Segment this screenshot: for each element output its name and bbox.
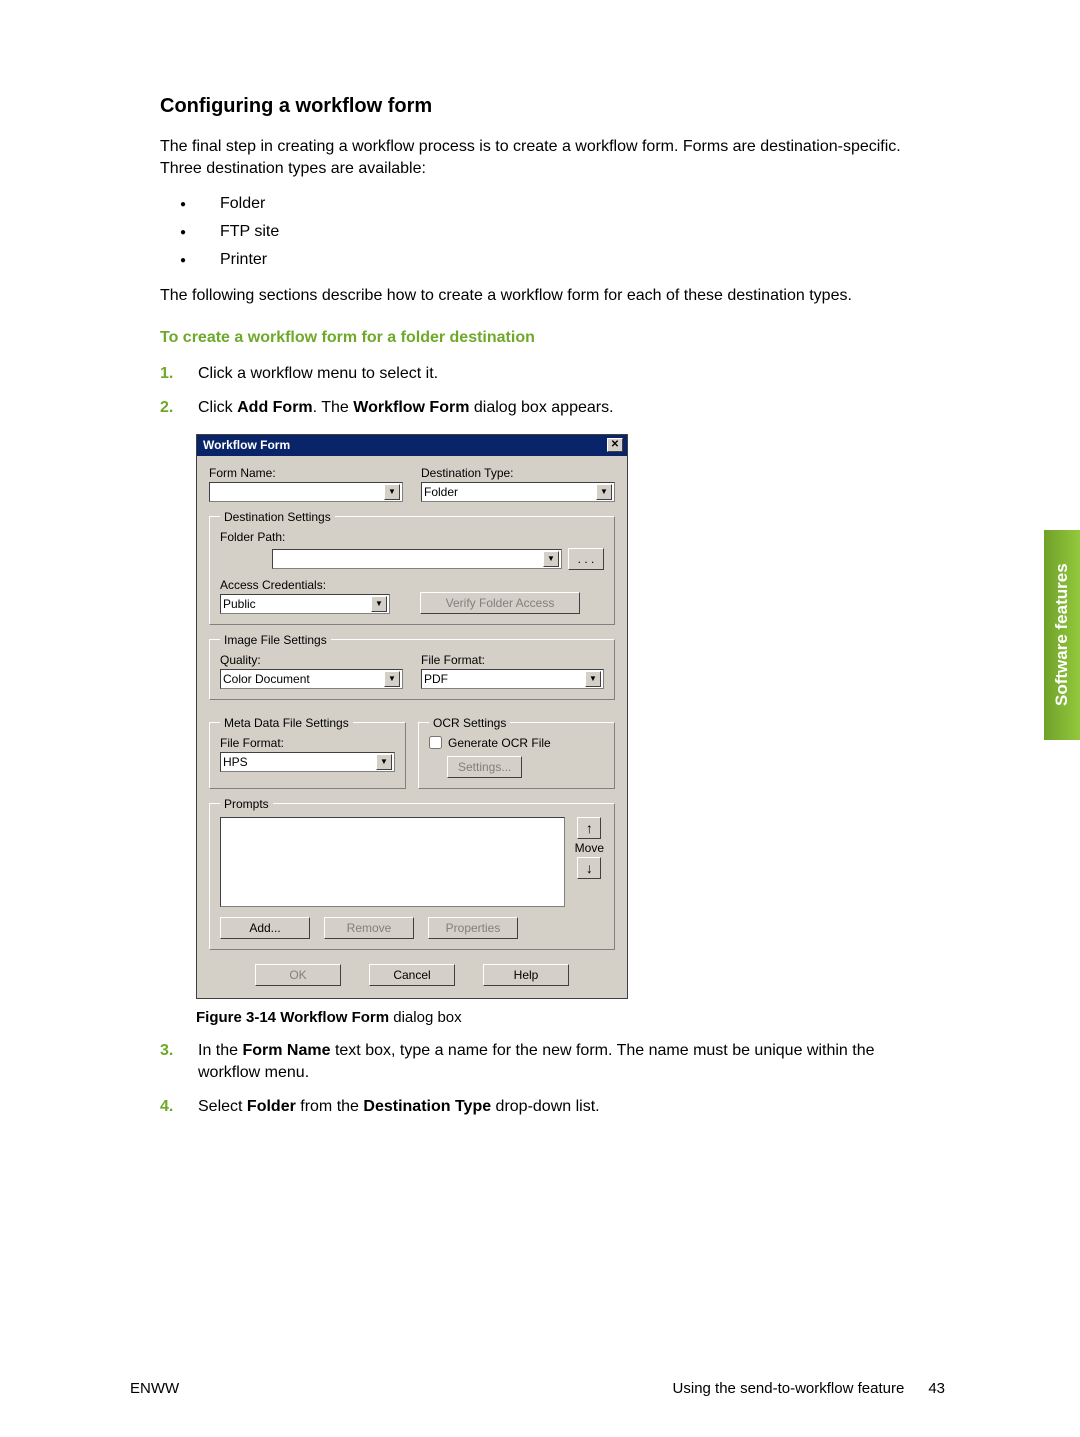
form-name-input[interactable]: ▼	[209, 482, 403, 502]
select-value: Color Document	[223, 672, 310, 686]
caption-suffix: dialog box	[389, 1009, 462, 1026]
group-legend: Prompts	[220, 797, 273, 811]
ok-button[interactable]: OK	[255, 964, 341, 986]
checkbox-text: Generate OCR File	[448, 736, 551, 750]
footer-left: ENWW	[130, 1380, 179, 1397]
group-legend: Image File Settings	[220, 633, 331, 647]
group-legend: Meta Data File Settings	[220, 716, 353, 730]
text-bold: Workflow Form	[353, 399, 469, 416]
chevron-down-icon[interactable]: ▼	[596, 484, 612, 500]
quality-label: Quality:	[220, 653, 403, 667]
destination-types-list: Folder FTP site Printer	[160, 195, 925, 269]
list-item: Folder	[198, 195, 925, 213]
select-value: HPS	[223, 755, 248, 769]
destination-type-label: Destination Type:	[421, 466, 615, 480]
text: In the	[198, 1042, 242, 1059]
sub-heading: To create a workflow form for a folder d…	[160, 329, 925, 347]
text-bold: Folder	[247, 1098, 296, 1115]
properties-prompt-button[interactable]: Properties	[428, 917, 518, 939]
cancel-button[interactable]: Cancel	[369, 964, 455, 986]
generate-ocr-checkbox-label[interactable]: Generate OCR File	[429, 736, 604, 750]
remove-prompt-button[interactable]: Remove	[324, 917, 414, 939]
move-up-button[interactable]: ↑	[577, 817, 601, 839]
access-credentials-select[interactable]: Public ▼	[220, 594, 390, 614]
folder-path-select[interactable]: ▼	[272, 549, 562, 569]
meta-file-format-select[interactable]: HPS ▼	[220, 752, 395, 772]
quality-select[interactable]: Color Document ▼	[220, 669, 403, 689]
text: dialog box appears.	[469, 399, 613, 416]
browse-button[interactable]: . . .	[568, 548, 604, 570]
text-bold: Add Form	[237, 399, 313, 416]
text-bold: Destination Type	[363, 1098, 491, 1115]
text-bold: Form Name	[242, 1042, 330, 1059]
section-heading: Configuring a workflow form	[160, 95, 925, 118]
group-legend: Destination Settings	[220, 510, 335, 524]
dialog-titlebar: Workflow Form ✕	[197, 435, 627, 456]
step-2: Click Add Form. The Workflow Form dialog…	[160, 397, 925, 419]
page-footer: ENWW Using the send-to-workflow feature …	[130, 1380, 945, 1397]
destination-settings-group: Destination Settings Folder Path: ▼ . . …	[209, 510, 615, 625]
help-button[interactable]: Help	[483, 964, 569, 986]
text: . The	[313, 399, 354, 416]
access-credentials-label: Access Credentials:	[220, 578, 390, 592]
ocr-settings-button[interactable]: Settings...	[447, 756, 522, 778]
step-1: Click a workflow menu to select it.	[160, 363, 925, 385]
folder-path-label: Folder Path:	[220, 530, 604, 544]
ocr-settings-group: OCR Settings Generate OCR File Settings.…	[418, 716, 615, 789]
image-file-format-select[interactable]: PDF ▼	[421, 669, 604, 689]
text: Select	[198, 1098, 247, 1115]
intro-paragraph: The final step in creating a workflow pr…	[160, 136, 925, 179]
generate-ocr-checkbox[interactable]	[429, 736, 442, 749]
meta-data-file-settings-group: Meta Data File Settings File Format: HPS…	[209, 716, 406, 789]
form-name-label: Form Name:	[209, 466, 403, 480]
close-icon[interactable]: ✕	[607, 438, 623, 452]
select-value: Folder	[424, 485, 458, 499]
image-file-settings-group: Image File Settings Quality: Color Docum…	[209, 633, 615, 700]
group-legend: OCR Settings	[429, 716, 510, 730]
list-item: Printer	[198, 251, 925, 269]
select-value: PDF	[424, 672, 448, 686]
steps-list: Click a workflow menu to select it. Clic…	[160, 363, 925, 420]
text: drop-down list.	[491, 1098, 600, 1115]
caption-prefix: Figure 3-14	[196, 1009, 280, 1026]
chevron-down-icon[interactable]: ▼	[543, 551, 559, 567]
step-3: In the Form Name text box, type a name f…	[160, 1040, 925, 1085]
destination-type-select[interactable]: Folder ▼	[421, 482, 615, 502]
verify-folder-access-button[interactable]: Verify Folder Access	[420, 592, 580, 614]
select-value: Public	[223, 597, 256, 611]
steps-list-continued: In the Form Name text box, type a name f…	[160, 1040, 925, 1119]
dialog-screenshot: Workflow Form ✕ Form Name: ▼ Destination…	[196, 434, 628, 999]
chevron-down-icon[interactable]: ▼	[376, 754, 392, 770]
text: Click	[198, 399, 237, 416]
move-down-button[interactable]: ↓	[577, 857, 601, 879]
step-4: Select Folder from the Destination Type …	[160, 1096, 925, 1118]
side-tab: Software features	[1044, 530, 1080, 740]
list-item: FTP site	[198, 223, 925, 241]
chevron-down-icon[interactable]: ▼	[384, 484, 400, 500]
meta-file-format-label: File Format:	[220, 736, 395, 750]
chevron-down-icon[interactable]: ▼	[371, 596, 387, 612]
add-prompt-button[interactable]: Add...	[220, 917, 310, 939]
file-format-label: File Format:	[421, 653, 604, 667]
chevron-down-icon[interactable]: ▼	[585, 671, 601, 687]
dialog-title: Workflow Form	[203, 438, 290, 452]
caption-bold: Workflow Form	[280, 1009, 389, 1026]
text: from the	[296, 1098, 364, 1115]
move-label: Move	[575, 841, 604, 855]
page-number: 43	[928, 1380, 945, 1397]
prompts-group: Prompts ↑ Move ↓ Add... Remove Propertie…	[209, 797, 615, 950]
prompts-listbox[interactable]	[220, 817, 565, 907]
footer-right-text: Using the send-to-workflow feature	[673, 1380, 905, 1397]
intro-paragraph-2: The following sections describe how to c…	[160, 285, 925, 307]
workflow-form-dialog: Workflow Form ✕ Form Name: ▼ Destination…	[196, 434, 628, 999]
chevron-down-icon[interactable]: ▼	[384, 671, 400, 687]
figure-caption: Figure 3-14 Workflow Form dialog box	[196, 1009, 925, 1026]
